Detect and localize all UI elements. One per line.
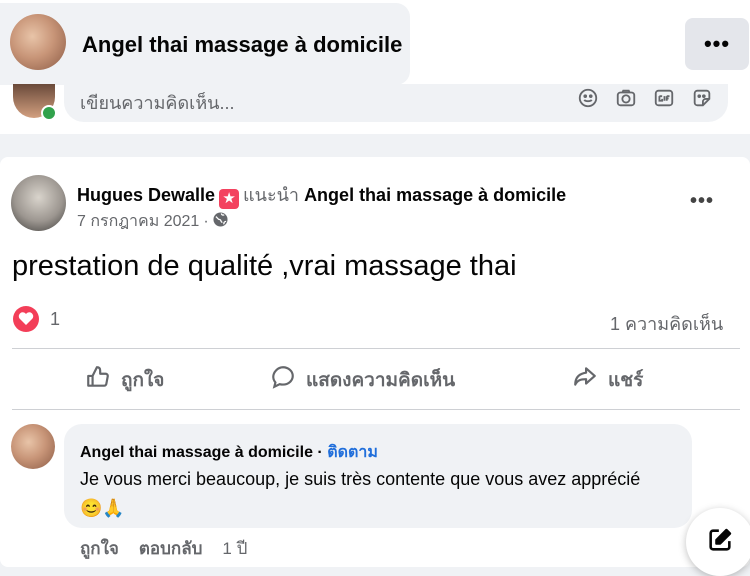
new-message-button[interactable] [686,508,750,576]
divider [12,348,740,349]
thumbs-up-icon [85,364,111,396]
like-button[interactable]: ถูกใจ [85,362,164,398]
comment-count[interactable]: 1 ความคิดเห็น [610,309,723,338]
reply-author-name[interactable]: Angel thai massage à domicile [80,444,313,461]
reply-header: Angel thai massage à domicile · ติดตาม [80,440,378,465]
divider [12,409,740,410]
post-date[interactable]: 7 กรกฎาคม 2021 [77,209,199,234]
compose-icon [706,526,734,559]
post-author-name[interactable]: Hugues Dewalle [77,185,215,205]
comment-input[interactable]: เขียนความคิดเห็น... [64,84,728,122]
reply-reply-link[interactable]: ตอบกลับ [139,535,203,562]
comment-icon [270,364,296,396]
heart-reaction-icon[interactable] [13,306,39,332]
reply-actions: ถูกใจ ตอบกลับ 1 ปี [80,535,247,562]
header-more-button[interactable]: ••• [685,18,749,70]
page-title[interactable]: Angel thai massage à domicile [82,32,402,58]
reply-separator: · [317,444,323,461]
recommends-label: แนะนำ [243,185,300,205]
comment-button[interactable]: แสดงความคิดเห็น [270,362,455,398]
like-label: ถูกใจ [121,370,165,391]
reply-text: Je vous merci beaucoup, je suis très con… [80,469,641,518]
recommended-page-name[interactable]: Angel thai massage à domicile [304,185,566,205]
reply-author-avatar[interactable] [11,424,55,469]
post-more-button[interactable]: ••• [690,190,714,213]
post-author-line: Hugues Dewalle ★ แนะนำ Angel thai massage … [77,180,566,209]
follow-link[interactable]: ติดตาม [327,444,378,461]
camera-icon[interactable] [614,86,638,110]
comment-bubble: Angel thai massage à domicile · ติดตาม J… [64,424,692,528]
meta-separator: · [203,212,209,230]
sticker-icon[interactable] [690,86,714,110]
gif-icon[interactable] [652,86,676,110]
globe-icon [213,211,228,232]
post-meta: 7 กรกฎาคม 2021 · [77,209,228,234]
recommend-star-icon: ★ [219,189,240,209]
reply-like-link[interactable]: ถูกใจ [80,535,119,562]
share-label: แชร์ [608,370,644,391]
author-avatar[interactable] [11,175,66,231]
reaction-count[interactable]: 1 [50,309,60,330]
post-text: prestation de qualité ,vrai massage thai [12,250,517,282]
composer-icons [576,86,714,110]
page-avatar[interactable] [10,14,66,70]
reply-age[interactable]: 1 ปี [222,535,247,562]
share-arrow-icon [572,364,598,396]
online-status-dot [41,105,57,121]
comment-label: แสดงความคิดเห็น [306,370,456,391]
emoji-icon[interactable] [576,86,600,110]
comment-placeholder: เขียนความคิดเห็น... [80,93,235,113]
share-button[interactable]: แชร์ [572,362,643,398]
